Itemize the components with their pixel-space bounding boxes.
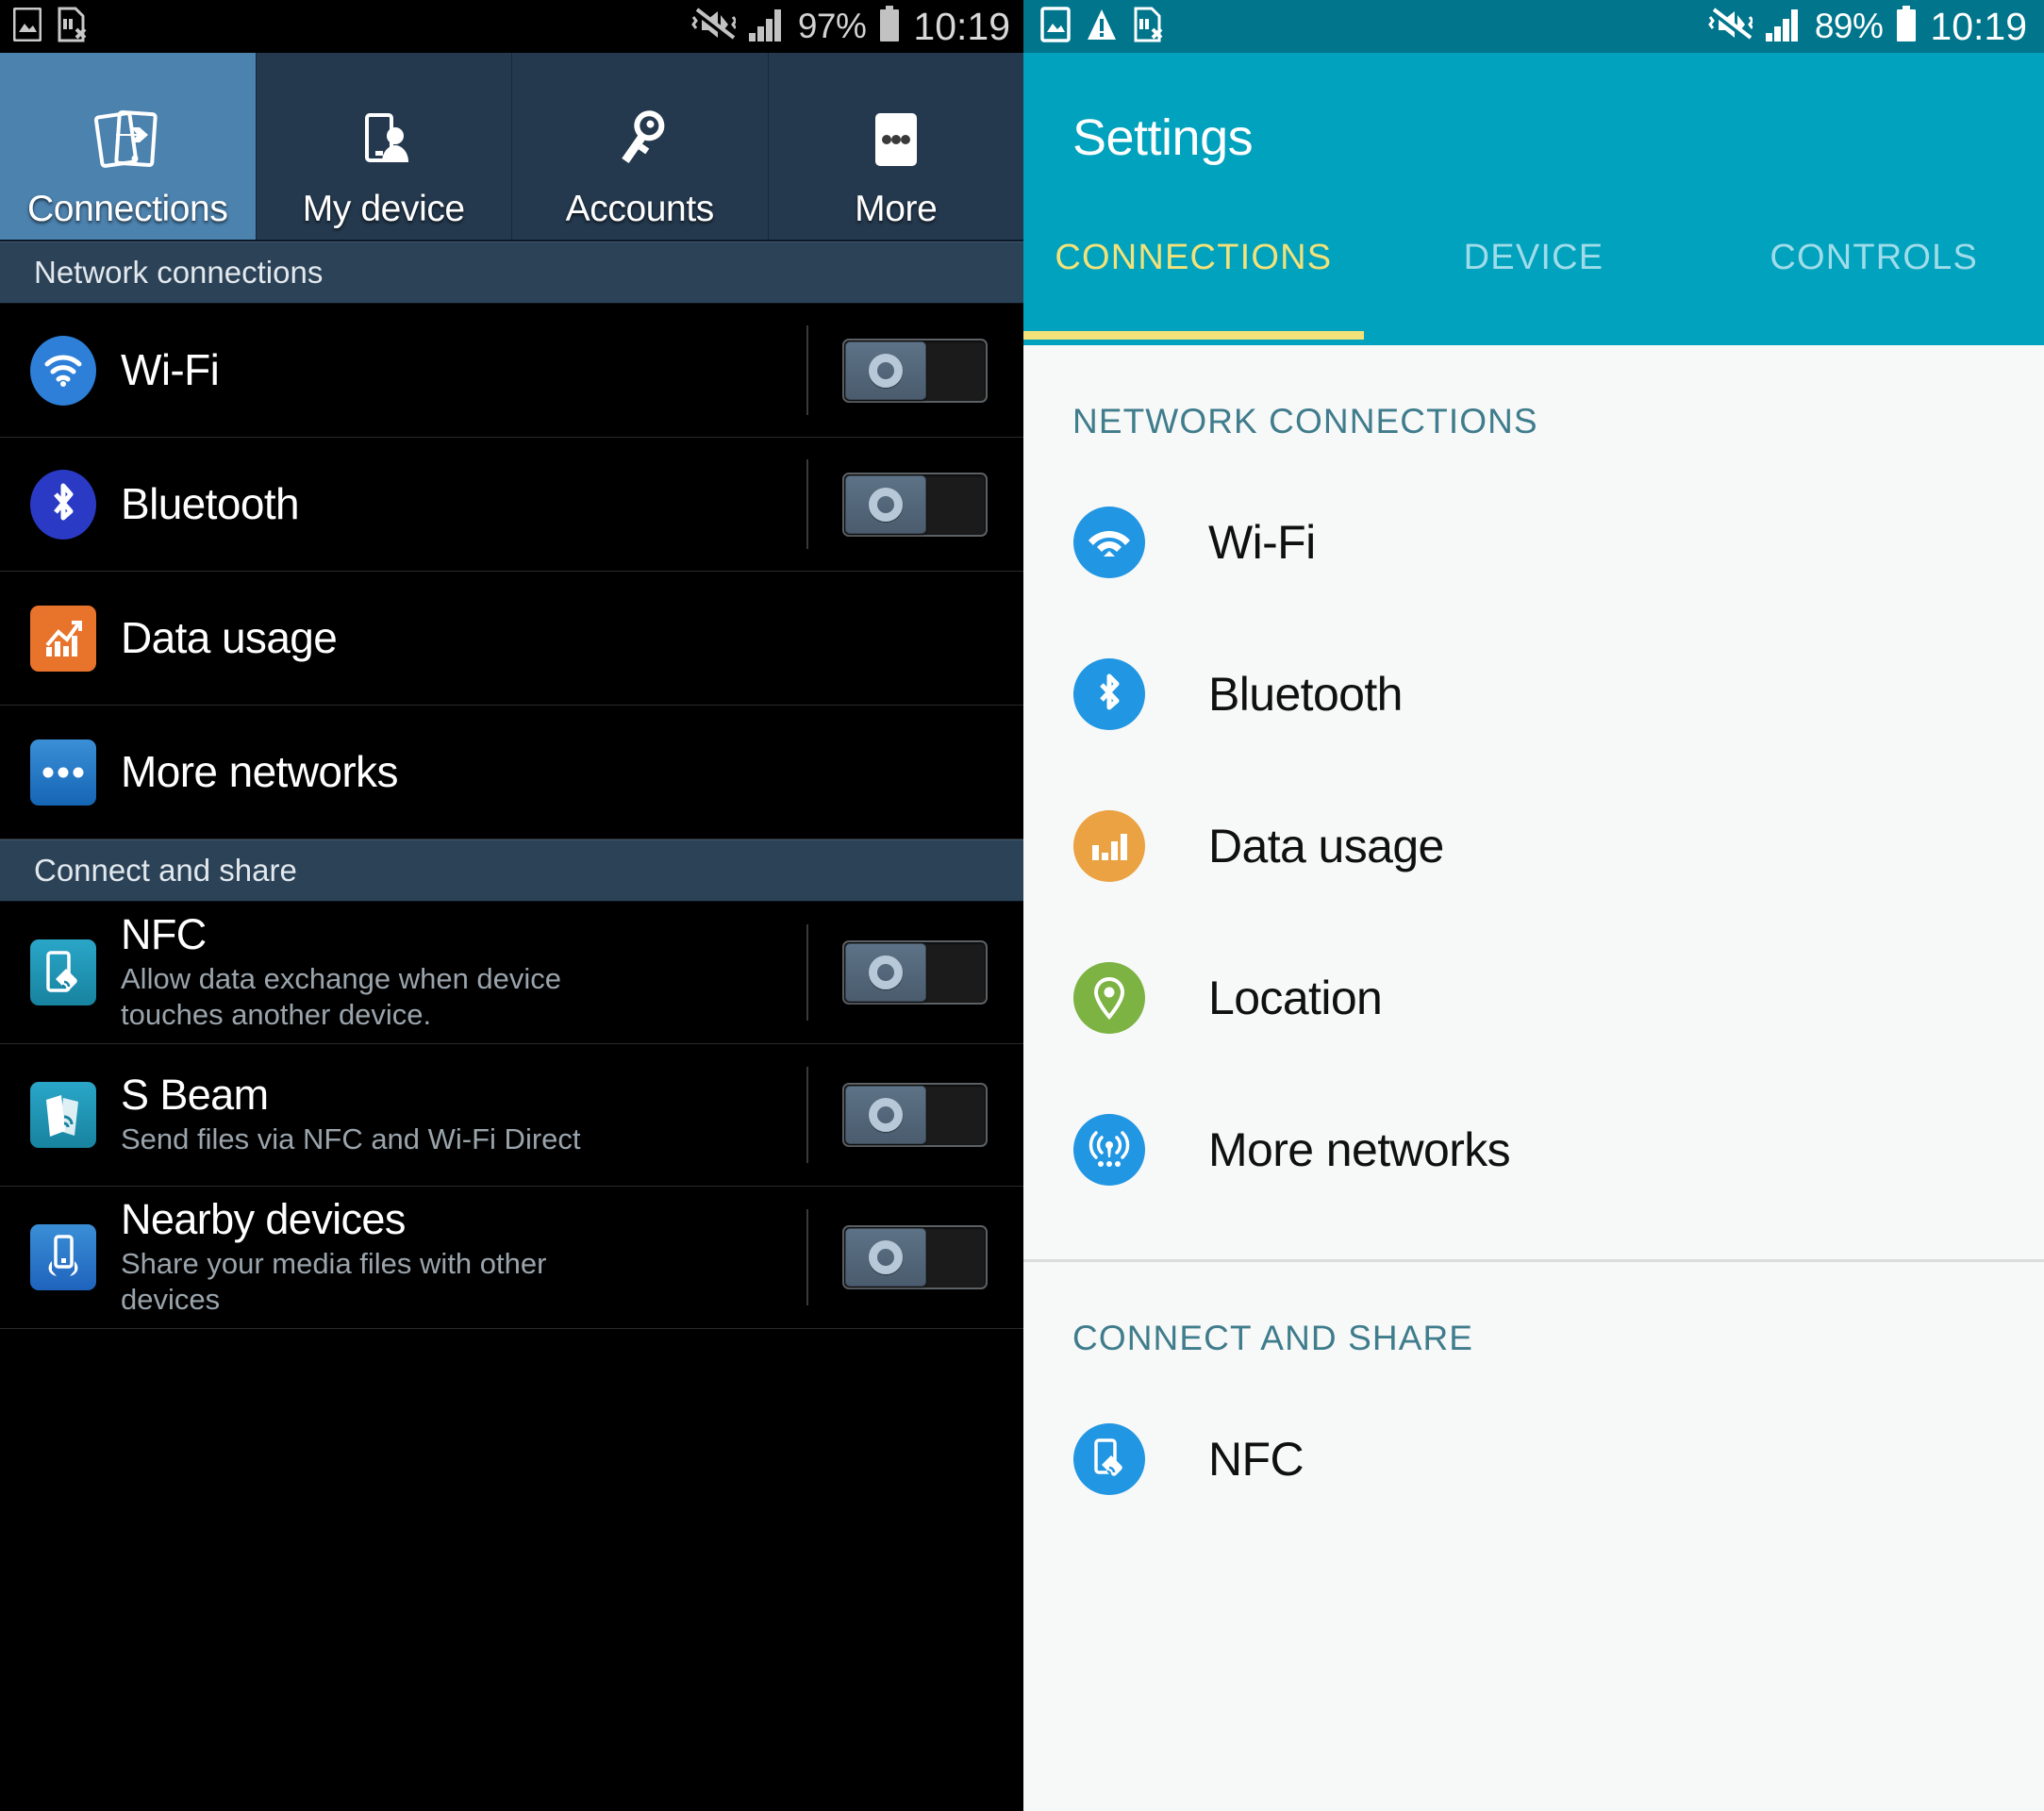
location-pin-icon: [1072, 961, 1146, 1034]
left-bluetooth-toggle[interactable]: [806, 438, 1023, 571]
more-networks-icon: [1072, 1113, 1146, 1186]
left-row-s-beam[interactable]: S Beam Send files via NFC and Wi-Fi Dire…: [0, 1044, 1023, 1187]
left-row-nfc-description: Allow data exchange when device touches …: [121, 961, 562, 1031]
right-row-location-label: Location: [1208, 971, 1383, 1024]
right-app-bar: Settings: [1023, 53, 2044, 223]
left-tab-bar: Connections My device Accounts More: [0, 53, 1023, 241]
left-row-wifi[interactable]: Wi-Fi: [0, 304, 1023, 438]
nfc-icon: [1072, 1422, 1146, 1495]
signal-bars-icon: [1764, 7, 1803, 47]
right-battery-percent: 89%: [1814, 7, 1884, 45]
connections-icon: [90, 91, 165, 189]
left-s-beam-toggle[interactable]: [806, 1044, 1023, 1186]
left-row-s-beam-description: Send files via NFC and Wi-Fi Direct: [121, 1121, 581, 1155]
tab-controls[interactable]: CONTROLS: [1703, 223, 2044, 345]
left-row-nfc[interactable]: NFC Allow data exchange when device touc…: [0, 902, 1023, 1044]
left-row-wifi-label: Wi-Fi: [121, 344, 220, 394]
left-status-system-icons: 97% 10:19: [690, 5, 1010, 49]
bluetooth-icon: [1072, 657, 1146, 730]
accounts-key-icon: [602, 91, 677, 189]
tab-more[interactable]: More: [768, 53, 1023, 240]
tab-my-device[interactable]: My device: [256, 53, 512, 240]
vibrate-mute-icon: [1707, 7, 1754, 47]
battery-full-icon: [877, 5, 902, 48]
left-row-data-usage[interactable]: Data usage: [0, 572, 1023, 706]
image-icon: [12, 7, 42, 46]
image-icon: [1040, 6, 1071, 47]
right-tab-bar: CONNECTIONS DEVICE CONTROLS: [1023, 223, 2044, 345]
tab-connections[interactable]: Connections: [0, 53, 257, 240]
sim-card-error-icon: [1133, 7, 1165, 47]
wifi-icon: [26, 335, 100, 406]
s-beam-icon: [26, 1082, 100, 1148]
tab-more-label: More: [855, 189, 938, 229]
left-row-bluetooth-label: Bluetooth: [121, 478, 300, 528]
left-row-nearby-devices[interactable]: Nearby devices Share your media files wi…: [0, 1187, 1023, 1329]
signal-bars-icon: [747, 7, 787, 47]
left-status-notification-icons: [12, 7, 89, 47]
right-row-bluetooth[interactable]: Bluetooth: [1023, 618, 2044, 770]
my-device-icon: [346, 91, 422, 189]
right-row-wifi-label: Wi-Fi: [1208, 515, 1316, 569]
left-section-header-connect-share: Connect and share: [0, 839, 1023, 902]
sim-card-error-icon: [57, 7, 89, 47]
left-row-more-networks[interactable]: More networks: [0, 706, 1023, 839]
right-row-location[interactable]: Location: [1023, 922, 2044, 1073]
right-row-nfc-label: NFC: [1208, 1432, 1305, 1486]
left-row-more-networks-label: More networks: [121, 746, 398, 796]
right-status-notification-icons: [1040, 6, 1165, 47]
bluetooth-icon: [26, 469, 100, 540]
tab-accounts-label: Accounts: [565, 189, 715, 229]
wifi-icon: [1072, 506, 1146, 578]
left-wifi-toggle[interactable]: [806, 304, 1023, 437]
left-section-header-network: Network connections: [0, 241, 1023, 304]
data-usage-icon: [1072, 809, 1146, 882]
right-row-data-usage-label: Data usage: [1208, 819, 1444, 872]
data-usage-icon: [26, 605, 100, 672]
right-status-system-icons: 89% 10:19: [1707, 5, 2027, 49]
battery-full-icon: [1894, 5, 1919, 48]
left-nearby-devices-toggle[interactable]: [806, 1187, 1023, 1328]
tab-accounts[interactable]: Accounts: [512, 53, 769, 240]
left-row-data-usage-label: Data usage: [121, 612, 338, 662]
right-row-bluetooth-label: Bluetooth: [1208, 667, 1403, 721]
left-battery-percent: 97%: [797, 7, 867, 45]
left-row-s-beam-label: S Beam: [121, 1071, 269, 1120]
tab-connections-label: Connections: [27, 189, 228, 229]
tab-active-indicator: [1023, 331, 1364, 340]
right-row-wifi[interactable]: Wi-Fi: [1023, 466, 2044, 618]
vibrate-mute-icon: [690, 7, 738, 47]
right-row-more-networks-label: More networks: [1208, 1122, 1511, 1176]
right-section-header-connect-share: CONNECT AND SHARE: [1072, 1319, 1474, 1357]
nfc-icon: [26, 939, 100, 1005]
left-clock: 10:19: [913, 4, 1010, 48]
left-phone-screen: 97% 10:19 Connections My device Accounts…: [0, 0, 1023, 1811]
right-row-data-usage[interactable]: Data usage: [1023, 770, 2044, 922]
tab-device-label: DEVICE: [1463, 238, 1604, 277]
right-clock: 10:19: [1930, 4, 2027, 48]
left-status-bar: 97% 10:19: [0, 0, 1023, 53]
right-status-bar: 89% 10:19: [1023, 0, 2044, 53]
right-section-header-network: NETWORK CONNECTIONS: [1072, 402, 1538, 440]
right-row-nfc[interactable]: NFC: [1023, 1383, 2044, 1535]
tab-connections-label: CONNECTIONS: [1055, 238, 1333, 277]
tab-device[interactable]: DEVICE: [1364, 223, 1704, 345]
tab-controls-label: CONTROLS: [1770, 238, 1979, 277]
tab-connections[interactable]: CONNECTIONS: [1023, 223, 1364, 345]
more-dots-icon: [858, 91, 934, 189]
left-row-nearby-devices-label: Nearby devices: [121, 1195, 406, 1244]
right-phone-screen: 89% 10:19 Settings CONNECTIONS DEVICE CO…: [1023, 0, 2044, 1811]
left-row-nfc-label: NFC: [121, 910, 207, 959]
nearby-devices-icon: [26, 1224, 100, 1290]
more-networks-icon: [26, 739, 100, 806]
dual-screenshot-comparison: 97% 10:19 Connections My device Accounts…: [0, 0, 2044, 1811]
left-row-bluetooth[interactable]: Bluetooth: [0, 438, 1023, 572]
left-nfc-toggle[interactable]: [806, 902, 1023, 1043]
page-title: Settings: [1072, 109, 1254, 166]
right-row-more-networks[interactable]: More networks: [1023, 1073, 2044, 1225]
left-row-nearby-devices-description: Share your media files with other device…: [121, 1246, 547, 1316]
warning-icon: [1086, 7, 1118, 47]
tab-my-device-label: My device: [302, 189, 465, 229]
